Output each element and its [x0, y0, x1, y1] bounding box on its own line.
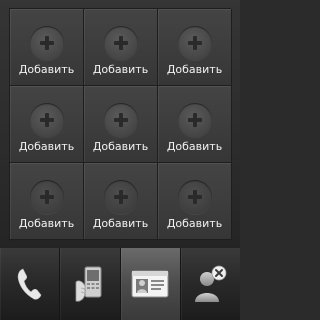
- tab-recent[interactable]: [60, 248, 121, 320]
- slot-label: Добавить: [92, 63, 149, 76]
- add-plus-icon: [103, 103, 138, 137]
- speed-dial-slot[interactable]: Добавить: [10, 9, 84, 86]
- tab-contacts[interactable]: [120, 248, 181, 320]
- speed-dial-slot[interactable]: Добавить: [84, 86, 158, 163]
- slot-label: Добавить: [18, 63, 75, 76]
- slot-label: Добавить: [166, 217, 223, 230]
- phone-handset-icon: [17, 268, 41, 300]
- speed-dial-slot[interactable]: Добавить: [84, 163, 158, 240]
- slot-label: Добавить: [18, 140, 75, 153]
- speed-dial-slot[interactable]: Добавить: [158, 86, 232, 163]
- add-plus-icon: [103, 26, 138, 60]
- tab-remove-contact[interactable]: [181, 248, 240, 320]
- add-plus-icon: [177, 180, 212, 214]
- slot-label: Добавить: [166, 140, 223, 153]
- speed-dial-grid: Добавить Добавить Добавить Добавить Доба…: [9, 8, 232, 241]
- tab-phone[interactable]: [0, 248, 61, 320]
- contact-card-icon: [131, 270, 169, 298]
- speed-dial-slot[interactable]: Добавить: [10, 163, 84, 240]
- add-plus-icon: [29, 180, 64, 214]
- add-plus-icon: [29, 103, 64, 137]
- speed-dial-slot[interactable]: Добавить: [158, 9, 232, 86]
- slot-label: Добавить: [92, 217, 149, 230]
- add-plus-icon: [29, 26, 64, 60]
- slot-label: Добавить: [166, 63, 223, 76]
- slot-label: Добавить: [18, 217, 75, 230]
- speed-dial-slot[interactable]: Добавить: [158, 163, 232, 240]
- slot-label: Добавить: [92, 140, 149, 153]
- add-plus-icon: [177, 103, 212, 137]
- person-remove-icon: [195, 265, 227, 302]
- speed-dial-slot[interactable]: Добавить: [84, 9, 158, 86]
- speed-dial-slot[interactable]: Добавить: [10, 86, 84, 163]
- bottom-tab-bar: [0, 248, 240, 320]
- add-plus-icon: [103, 180, 138, 214]
- screen: Добавить Добавить Добавить Добавить Доба…: [0, 0, 240, 320]
- add-plus-icon: [177, 26, 212, 60]
- mobile-phone-recent-icon: [75, 266, 102, 302]
